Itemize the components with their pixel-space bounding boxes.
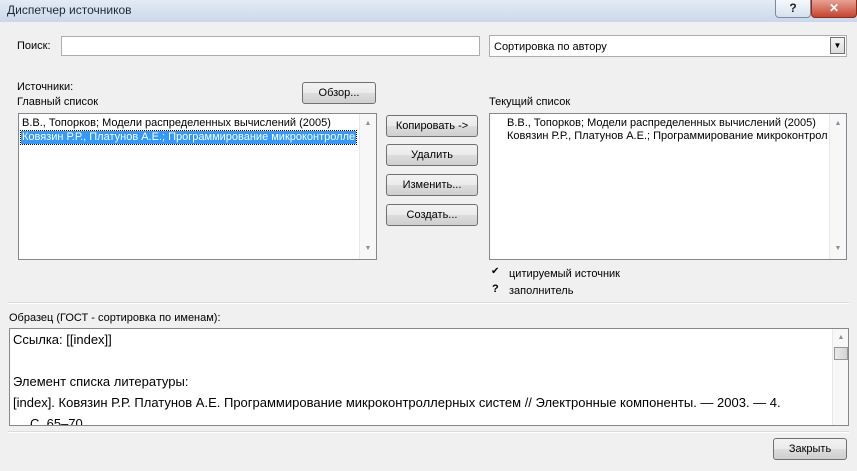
search-input[interactable] <box>61 36 480 56</box>
question-mark-icon: ? <box>492 283 499 295</box>
sort-dropdown[interactable]: Сортировка по автору ▼ <box>489 35 847 57</box>
close-window-button[interactable]: ✕ <box>811 0 857 18</box>
sample-preview[interactable]: Ссылка: [[index]] Элемент списка литерат… <box>9 328 849 426</box>
sources-label: Источники: <box>17 81 74 93</box>
current-list-label: Текущий список <box>489 96 571 108</box>
sample-line: С. 65–70. <box>30 416 87 426</box>
master-list-item-selected[interactable]: Ковязин Р.Р., Платунов А.Е.; Программиро… <box>19 130 358 145</box>
current-list-scrollbar[interactable]: ▲ ▼ <box>829 114 846 259</box>
window-title: Диспетчер источников <box>7 3 132 17</box>
scroll-up-icon[interactable]: ▲ <box>833 331 848 345</box>
sample-line: [index]. Ковязин Р.Р. Платунов А.Е. Прог… <box>13 395 781 410</box>
cited-source-label: цитируемый источник <box>509 268 620 280</box>
master-list[interactable]: В.В., Топорков; Модели распределенных вы… <box>18 113 377 260</box>
title-bar: Диспетчер источников ? ✕ <box>0 0 857 22</box>
chevron-down-icon[interactable]: ▼ <box>830 37 845 54</box>
divider <box>8 302 849 304</box>
help-button[interactable]: ? <box>775 0 811 18</box>
scroll-thumb[interactable] <box>834 347 848 360</box>
checkmark-icon: ✔ <box>491 266 500 277</box>
current-list[interactable]: В.В., Топорков; Модели распределенных вы… <box>489 113 847 260</box>
sample-scrollbar[interactable]: ▲ <box>832 329 848 425</box>
master-list-item[interactable]: В.В., Топорков; Модели распределенных вы… <box>21 117 332 130</box>
delete-button[interactable]: Удалить <box>386 144 478 166</box>
master-list-label: Главный список <box>17 96 99 108</box>
current-list-item[interactable]: Ковязин Р.Р., Платунов А.Е.; Программиро… <box>506 130 829 143</box>
sample-line: Элемент списка литературы: <box>13 374 189 389</box>
browse-button[interactable]: Обзор... <box>302 82 376 104</box>
sort-dropdown-value: Сортировка по автору <box>494 41 607 53</box>
create-button[interactable]: Создать... <box>386 204 478 226</box>
scroll-down-icon[interactable]: ▼ <box>360 242 376 256</box>
scroll-up-icon[interactable]: ▲ <box>830 117 846 131</box>
divider <box>8 431 849 433</box>
close-button[interactable]: Закрыть <box>773 438 847 460</box>
sample-line: Ссылка: [[index]] <box>13 332 112 347</box>
master-list-scrollbar[interactable]: ▲ ▼ <box>359 114 376 259</box>
scroll-down-icon[interactable]: ▼ <box>830 242 846 256</box>
copy-button[interactable]: Копировать -> <box>386 115 478 137</box>
current-list-item[interactable]: В.В., Топорков; Модели распределенных вы… <box>506 117 817 130</box>
sample-label: Образец (ГОСТ - сортировка по именам): <box>9 312 221 324</box>
scroll-up-icon[interactable]: ▲ <box>360 117 376 131</box>
edit-button[interactable]: Изменить... <box>386 174 478 196</box>
search-label: Поиск: <box>17 40 51 52</box>
placeholder-label: заполнитель <box>509 285 574 297</box>
